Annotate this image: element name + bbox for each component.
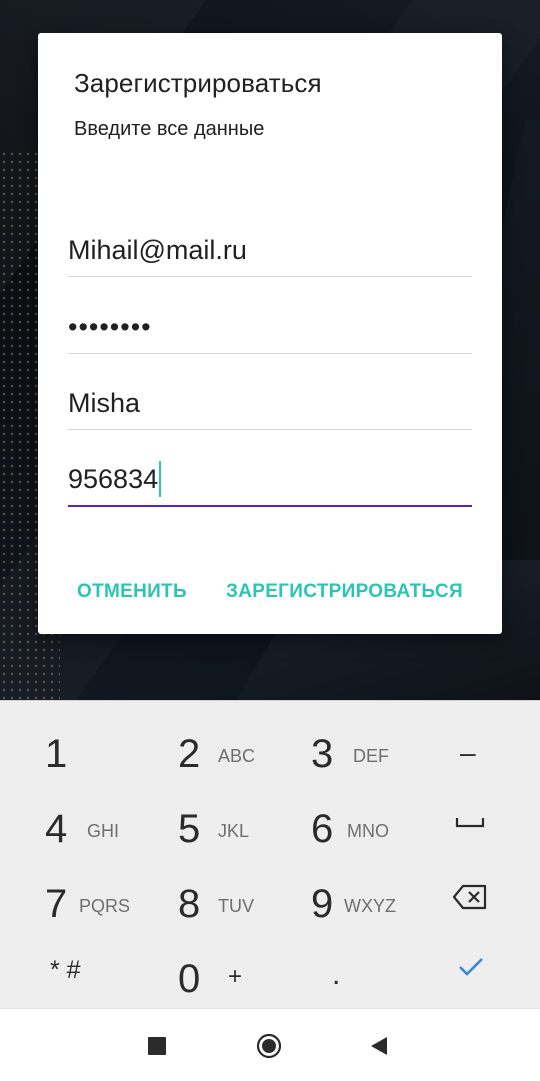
checkmark-icon (459, 958, 483, 976)
back-triangle-icon[interactable] (370, 1036, 388, 1056)
key-letters: WXYZ (344, 896, 396, 916)
register-button[interactable]: ЗАРЕГИСТРИРОВАТЬСЯ (226, 581, 463, 603)
key-plus: + (228, 963, 243, 990)
key-letters: DEF (353, 746, 389, 766)
text-cursor (159, 460, 162, 497)
key-letters: MNO (347, 821, 389, 841)
dialog-title: Зарегистрироваться (74, 68, 322, 98)
recents-square-icon[interactable] (148, 1037, 166, 1055)
email-value: Mihail@mail.ru (68, 235, 247, 265)
key-digit: 1 (45, 732, 68, 776)
key-letters: TUV (218, 896, 254, 916)
key-letters: PQRS (79, 896, 131, 916)
key-digit: 8 (178, 882, 201, 926)
key-star-hash[interactable]: * # (0, 934, 135, 1009)
key-digit: 5 (178, 807, 201, 851)
key-2[interactable]: 2 ABC (135, 709, 270, 784)
name-value: Misha (68, 388, 141, 418)
numeric-keypad: 1 2 ABC 3 DEF – 4 GHI 5 JKL 6 MNO 7 PQRS… (0, 700, 540, 1009)
name-field[interactable]: Misha (68, 377, 472, 430)
password-field[interactable]: •••••••• (68, 301, 472, 354)
dot-symbol: . (332, 958, 341, 991)
key-digit: 9 (311, 882, 334, 926)
key-digit: 4 (45, 807, 68, 851)
key-3[interactable]: 3 DEF (270, 709, 405, 784)
home-circle-icon[interactable] (256, 1033, 282, 1059)
key-digit: 2 (178, 732, 201, 776)
minus-symbol: – (460, 737, 476, 768)
key-9[interactable]: 9 WXYZ (270, 859, 405, 934)
key-4[interactable]: 4 GHI (0, 784, 135, 859)
key-digit: 0 (178, 957, 201, 1001)
key-backspace[interactable] (405, 859, 540, 934)
key-6[interactable]: 6 MNO (270, 784, 405, 859)
space-icon (455, 818, 485, 828)
key-letters: ABC (218, 746, 256, 766)
dialog-subtitle: Введите все данные (74, 118, 265, 140)
cancel-button[interactable]: ОТМЕНИТЬ (77, 581, 187, 603)
star-hash-symbol: * # (50, 956, 81, 984)
key-1[interactable]: 1 (0, 709, 135, 784)
key-digit: 6 (311, 807, 334, 851)
key-done[interactable] (405, 934, 540, 1009)
home-circle-graphic (256, 1033, 282, 1059)
password-value: •••••••• (68, 312, 152, 342)
key-5[interactable]: 5 JKL (135, 784, 270, 859)
key-7[interactable]: 7 PQRS (0, 859, 135, 934)
key-dot[interactable]: . (270, 934, 405, 1009)
key-digit: 3 (311, 732, 334, 776)
key-digit: 7 (45, 882, 68, 926)
code-value: 956834 (68, 464, 159, 494)
key-0[interactable]: 0 + (135, 934, 270, 1009)
backspace-icon (452, 884, 487, 910)
code-field[interactable]: 956834 (68, 453, 472, 507)
register-dialog: Зарегистрироваться Введите все данные Mi… (38, 33, 502, 634)
email-field[interactable]: Mihail@mail.ru (68, 224, 472, 277)
key-8[interactable]: 8 TUV (135, 859, 270, 934)
key-letters: JKL (218, 821, 250, 841)
key-letters: GHI (87, 821, 120, 841)
key-minus[interactable]: – (405, 709, 540, 784)
back-triangle-graphic (371, 1037, 387, 1055)
key-space[interactable] (405, 784, 540, 859)
system-navigation-bar (0, 1008, 540, 1081)
